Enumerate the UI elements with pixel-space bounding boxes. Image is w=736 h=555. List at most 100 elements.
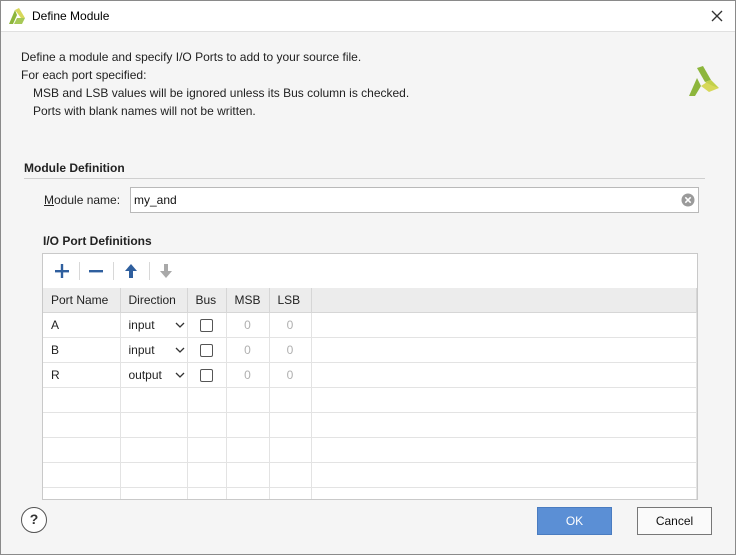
chevron-down-icon[interactable]	[175, 322, 185, 328]
bus-cell[interactable]	[187, 387, 227, 413]
io-port-table-panel: Port Name Direction Bus MSB LSB A input …	[42, 253, 698, 500]
define-module-dialog: Define Module Define a module and specif…	[0, 0, 736, 555]
column-header-port-name[interactable]: Port Name	[43, 288, 121, 313]
filler-cell	[311, 387, 697, 413]
bus-cell[interactable]	[187, 412, 227, 438]
window-title: Define Module	[32, 9, 110, 23]
filler-cell	[311, 437, 697, 463]
bus-cell	[187, 337, 227, 363]
msb-cell[interactable]	[226, 487, 270, 499]
port-name-cell[interactable]: B	[43, 337, 121, 363]
intro-line: Ports with blank names will not be writt…	[33, 104, 256, 118]
direction-cell[interactable]	[120, 462, 188, 488]
cancel-button[interactable]: Cancel	[637, 507, 712, 535]
lsb-cell[interactable]: 0	[269, 362, 312, 388]
table-row[interactable]: R output 0 0	[43, 362, 697, 388]
filler-cell	[311, 412, 697, 438]
table-row[interactable]: A input 0 0	[43, 312, 697, 338]
lsb-cell[interactable]	[269, 412, 312, 438]
toolbar-separator	[79, 262, 80, 280]
bus-cell	[187, 362, 227, 388]
direction-cell[interactable]: input	[120, 337, 188, 363]
io-port-definitions-title: I/O Port Definitions	[43, 234, 152, 248]
port-name-cell[interactable]	[43, 412, 121, 438]
column-header-filler	[311, 288, 697, 313]
column-header-msb[interactable]: MSB	[226, 288, 270, 313]
msb-cell[interactable]: 0	[226, 312, 270, 338]
filler-cell	[311, 337, 697, 363]
direction-cell[interactable]	[120, 487, 188, 499]
title-bar: Define Module	[1, 1, 735, 31]
lsb-cell[interactable]	[269, 487, 312, 499]
minus-icon[interactable]	[84, 260, 108, 282]
module-name-field[interactable]	[130, 187, 699, 213]
module-definition-title: Module Definition	[24, 161, 125, 175]
port-name-cell[interactable]: R	[43, 362, 121, 388]
table-row-empty[interactable]	[43, 412, 697, 438]
direction-cell[interactable]: input	[120, 312, 188, 338]
module-name-input[interactable]	[134, 192, 674, 208]
column-header-direction[interactable]: Direction	[120, 288, 188, 313]
direction-cell[interactable]	[120, 387, 188, 413]
direction-value: output	[128, 367, 162, 382]
table-row-empty[interactable]	[43, 437, 697, 463]
msb-cell[interactable]: 0	[226, 362, 270, 388]
bus-checkbox[interactable]	[200, 343, 213, 357]
direction-cell[interactable]	[120, 412, 188, 438]
io-port-table: Port Name Direction Bus MSB LSB A input …	[43, 288, 697, 499]
arrow-up-icon[interactable]	[119, 260, 143, 282]
xilinx-vivado-logo-icon	[9, 8, 25, 24]
clear-icon[interactable]	[681, 193, 695, 207]
lsb-cell[interactable]: 0	[269, 337, 312, 363]
table-row-empty[interactable]	[43, 387, 697, 413]
arrow-down-icon[interactable]	[154, 260, 178, 282]
filler-cell	[311, 312, 697, 338]
bus-cell[interactable]	[187, 462, 227, 488]
port-name-cell[interactable]	[43, 387, 121, 413]
port-toolbar	[43, 254, 697, 288]
table-row-empty[interactable]	[43, 487, 697, 499]
dialog-content: Define a module and specify I/O Ports to…	[1, 31, 735, 554]
bus-checkbox[interactable]	[200, 318, 213, 332]
filler-cell	[311, 362, 697, 388]
toolbar-separator	[149, 262, 150, 280]
msb-cell[interactable]: 0	[226, 337, 270, 363]
msb-cell[interactable]	[226, 387, 270, 413]
module-name-label-text: odule name:	[54, 193, 121, 207]
direction-cell[interactable]: output	[120, 362, 188, 388]
intro-text: Define a module and specify I/O Ports to…	[21, 48, 409, 120]
help-button[interactable]: ?	[21, 507, 47, 533]
lsb-cell[interactable]	[269, 462, 312, 488]
chevron-down-icon[interactable]	[175, 372, 185, 378]
port-name-cell[interactable]	[43, 462, 121, 488]
bus-cell	[187, 312, 227, 338]
vivado-logo-icon	[689, 66, 719, 96]
table-header-row: Port Name Direction Bus MSB LSB	[43, 288, 697, 313]
column-header-lsb[interactable]: LSB	[269, 288, 312, 313]
toolbar-separator	[113, 262, 114, 280]
bus-cell[interactable]	[187, 487, 227, 499]
ok-button[interactable]: OK	[537, 507, 612, 535]
plus-icon[interactable]	[50, 260, 74, 282]
table-row-empty[interactable]	[43, 462, 697, 488]
mnemonic-letter: M	[44, 193, 54, 207]
module-name-label: Module name:	[44, 193, 120, 207]
msb-cell[interactable]	[226, 412, 270, 438]
port-name-cell[interactable]: A	[43, 312, 121, 338]
msb-cell[interactable]	[226, 462, 270, 488]
filler-cell	[311, 487, 697, 499]
close-icon[interactable]	[707, 6, 727, 26]
lsb-cell[interactable]	[269, 387, 312, 413]
chevron-down-icon[interactable]	[175, 347, 185, 353]
table-row[interactable]: B input 0 0	[43, 337, 697, 363]
direction-cell[interactable]	[120, 437, 188, 463]
bus-checkbox[interactable]	[200, 368, 213, 382]
port-name-cell[interactable]	[43, 437, 121, 463]
bus-cell[interactable]	[187, 437, 227, 463]
direction-value: input	[128, 342, 155, 357]
lsb-cell[interactable]	[269, 437, 312, 463]
column-header-bus[interactable]: Bus	[187, 288, 227, 313]
msb-cell[interactable]	[226, 437, 270, 463]
lsb-cell[interactable]: 0	[269, 312, 312, 338]
port-name-cell[interactable]	[43, 487, 121, 499]
